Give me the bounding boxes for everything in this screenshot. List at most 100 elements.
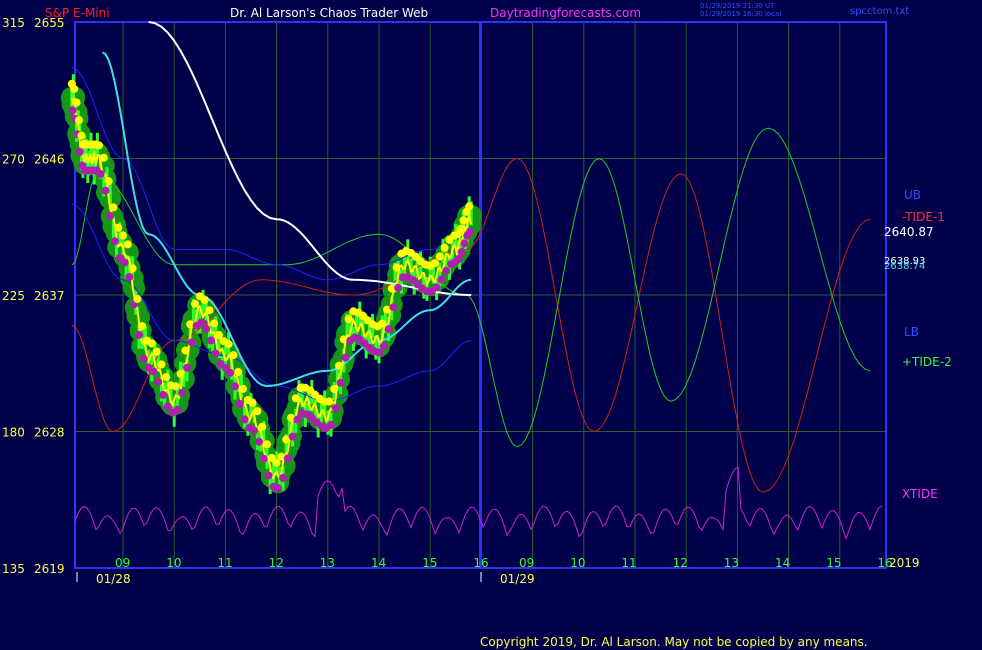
x-tick-day1: 10 xyxy=(166,556,181,570)
low-dot xyxy=(264,471,273,480)
y-tick-left: 315 xyxy=(2,16,25,30)
high-dot xyxy=(72,98,81,107)
low-dot xyxy=(279,473,287,482)
low-dot xyxy=(336,378,345,387)
low-dot xyxy=(293,415,302,424)
high-dot xyxy=(440,243,449,252)
low-dot xyxy=(125,273,134,281)
low-dot xyxy=(341,353,350,362)
low-dot xyxy=(454,254,463,263)
high-dot xyxy=(157,360,166,369)
low-dot xyxy=(187,338,196,347)
low-dot xyxy=(288,432,297,441)
low-dot xyxy=(101,186,110,195)
high-dot xyxy=(210,319,219,328)
high-dot xyxy=(258,422,267,431)
high-dot xyxy=(325,397,334,406)
high-dot xyxy=(234,368,243,376)
low-dot xyxy=(106,212,115,220)
high-dot xyxy=(128,264,137,273)
low-dot xyxy=(154,377,163,386)
high-dot xyxy=(344,315,353,323)
low-dot xyxy=(389,303,398,312)
high-dot xyxy=(263,440,271,449)
low-dot xyxy=(135,330,143,339)
high-dot xyxy=(272,459,281,467)
low-dot xyxy=(178,388,187,397)
low-dot xyxy=(235,399,244,408)
high-dot xyxy=(248,398,257,407)
low-dot xyxy=(466,227,475,236)
high-dot xyxy=(133,294,142,303)
x-tick-day1: 13 xyxy=(320,556,335,570)
low-dot xyxy=(432,283,441,292)
low-dot xyxy=(202,324,211,333)
low-dot xyxy=(96,170,105,178)
low-dot xyxy=(379,342,388,351)
low-dot xyxy=(255,437,263,446)
high-dot xyxy=(456,224,465,233)
high-dot xyxy=(205,306,214,315)
date-day1: 01/28 xyxy=(96,572,131,586)
high-dot xyxy=(114,223,123,232)
y-tick-right: 2619 xyxy=(34,562,65,576)
x-tick-day2: 09 xyxy=(519,556,534,570)
year-label: 2019 xyxy=(889,556,920,570)
low-dot xyxy=(149,367,158,376)
x-tick-day1: 16 xyxy=(473,556,488,570)
high-dot xyxy=(104,177,113,186)
high-dot xyxy=(95,141,103,150)
low-dot xyxy=(327,420,335,429)
high-dot xyxy=(181,346,190,355)
y-tick-left: 135 xyxy=(2,562,25,576)
high-dot xyxy=(70,84,79,93)
y-tick-right: 2637 xyxy=(34,289,65,303)
low-dot xyxy=(75,147,84,156)
high-dot xyxy=(75,116,83,125)
x-tick-day2: 10 xyxy=(570,556,585,570)
high-dot xyxy=(335,361,343,370)
high-dot xyxy=(224,340,233,348)
high-dot xyxy=(176,369,185,378)
copyright-note: Copyright 2019, Dr. Al Larson. May not b… xyxy=(480,635,868,649)
chart-author: Dr. Al Larson's Chaos Trader Web xyxy=(230,6,428,20)
low-dot xyxy=(111,237,119,246)
market-chart: S&P E-Mini Dr. Al Larson's Chaos Trader … xyxy=(0,0,982,650)
low-dot xyxy=(139,354,148,363)
high-dot xyxy=(229,351,238,360)
x-tick-day1: 12 xyxy=(269,556,284,570)
low-dot xyxy=(259,454,268,463)
high-dot xyxy=(200,296,209,304)
x-tick-day1: 11 xyxy=(217,556,232,570)
tide2-label: +TIDE-2 xyxy=(902,355,952,369)
x-tick-day2: 12 xyxy=(673,556,688,570)
high-dot xyxy=(459,216,468,225)
high-dot xyxy=(109,203,118,212)
high-dot xyxy=(123,240,132,249)
low-dot xyxy=(460,239,469,248)
xtide-label: XTIDE xyxy=(902,487,938,501)
high-dot xyxy=(77,131,86,140)
utc-stamp: 01/29/2019 21:30 UT xyxy=(700,2,775,10)
low-dot xyxy=(240,415,249,424)
price1-label: 2640.87 xyxy=(884,225,934,239)
low-dot xyxy=(226,368,235,377)
high-dot xyxy=(147,339,156,348)
low-dot xyxy=(375,348,383,357)
price3-label: 2638.74 xyxy=(884,261,925,272)
low-dot xyxy=(384,325,393,334)
high-dot xyxy=(162,373,171,382)
high-dot xyxy=(239,384,247,393)
date-day2: 01/29 xyxy=(500,572,535,586)
low-dot xyxy=(283,454,292,463)
x-tick-day2: 14 xyxy=(775,556,790,570)
tide1-label: -TIDE-1 xyxy=(902,210,945,224)
lb-label: LB xyxy=(904,325,919,339)
high-dot xyxy=(171,382,180,391)
low-dot xyxy=(442,266,451,275)
low-dot xyxy=(211,349,220,358)
y-tick-right: 2646 xyxy=(34,153,65,167)
site-link[interactable]: Daytradingforecasts.com xyxy=(490,6,641,20)
low-dot xyxy=(457,248,466,257)
high-dot xyxy=(138,322,147,331)
